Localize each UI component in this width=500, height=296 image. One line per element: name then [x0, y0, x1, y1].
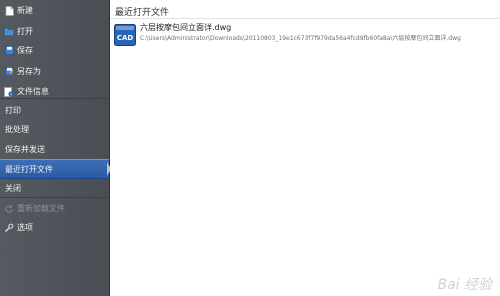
- sidebar-item-close[interactable]: 关闭: [0, 179, 109, 198]
- sidebar-item-label: 另存为: [17, 67, 41, 76]
- page-title: 最近打开文件: [115, 8, 170, 18]
- sidebar-item-label: 关闭: [5, 184, 21, 193]
- sidebar-item-label: 打开: [17, 27, 33, 36]
- sidebar-item-label: 文件信息: [17, 87, 49, 96]
- save-as-icon: [4, 67, 14, 77]
- sidebar-item-save[interactable]: 保存: [0, 41, 109, 60]
- title-divider: [110, 18, 500, 19]
- backstage-sidebar: 新建 打开 保存 另存为 文件信息 打印 批处理 保存并发送 最近打开文件 关闭…: [0, 0, 111, 296]
- sidebar-item-new[interactable]: 新建: [0, 1, 109, 20]
- sidebar-divider: [0, 98, 108, 99]
- sidebar-item-batch[interactable]: 批处理: [0, 120, 109, 139]
- sidebar-divider: [0, 197, 108, 198]
- recent-files-panel: 最近打开文件 CAD 六层按摩包间立面详.dwg C:\Users\Admini…: [110, 0, 500, 296]
- cad-icon-text: CAD: [117, 34, 134, 42]
- recent-file-item[interactable]: CAD 六层按摩包间立面详.dwg C:\Users\Administrator…: [114, 22, 494, 50]
- sidebar-item-label: 选项: [17, 223, 33, 232]
- sidebar-item-label: 保存并发送: [5, 145, 45, 154]
- sidebar-item-label: 保存: [17, 46, 33, 55]
- sidebar-item-open[interactable]: 打开: [0, 22, 109, 41]
- cad-file-icon: CAD: [114, 24, 136, 46]
- sidebar-item-recent-files[interactable]: 最近打开文件: [0, 159, 111, 179]
- recent-file-path: C:\Users\Administrator\Downloads\2011080…: [140, 35, 461, 42]
- open-folder-icon: [4, 27, 14, 37]
- sidebar-item-reload: 重新加载文件: [0, 199, 109, 218]
- file-info-icon: [4, 86, 14, 97]
- recent-file-name: 六层按摩包间立面详.dwg: [140, 23, 232, 32]
- sidebar-item-save-and-send[interactable]: 保存并发送: [0, 140, 109, 159]
- reload-icon: [4, 204, 14, 214]
- watermark: Bai 经验: [437, 277, 492, 293]
- sidebar-item-save-as[interactable]: 另存为: [0, 62, 109, 81]
- sidebar-item-label: 批处理: [5, 125, 29, 134]
- recent-file-text: 六层按摩包间立面详.dwg C:\Users\Administrator\Dow…: [140, 22, 461, 43]
- sidebar-item-label: 新建: [17, 6, 33, 15]
- sidebar-item-label: 重新加载文件: [17, 204, 65, 213]
- save-icon: [4, 46, 14, 56]
- sidebar-item-label: 最近打开文件: [5, 164, 53, 174]
- sidebar-item-label: 打印: [5, 106, 21, 115]
- wrench-icon: [4, 223, 14, 233]
- sidebar-item-print[interactable]: 打印: [0, 101, 109, 120]
- sidebar-item-options[interactable]: 选项: [0, 218, 109, 237]
- new-file-icon: [4, 5, 14, 16]
